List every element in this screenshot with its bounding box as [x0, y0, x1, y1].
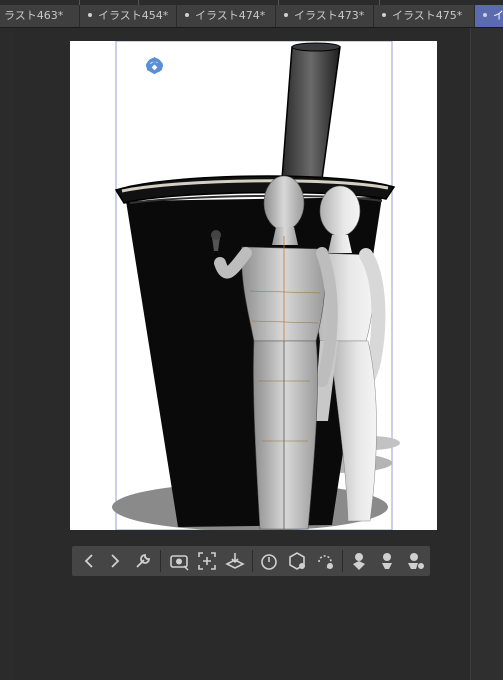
hand-pose-icon	[353, 553, 365, 570]
tab-active[interactable]: イ	[475, 5, 503, 27]
toolbar-divider	[252, 550, 253, 572]
tab-label: イラスト474*	[195, 9, 266, 22]
chevron-right-icon	[111, 554, 120, 568]
tab-label: ラスト463*	[4, 9, 64, 22]
camera-reset-button[interactable]	[168, 550, 190, 572]
toolbar-divider	[342, 550, 343, 572]
timer-button[interactable]	[258, 550, 280, 572]
prev-object-button[interactable]	[78, 550, 100, 572]
tab-modified-dot	[382, 13, 386, 17]
rotate-reset-icon	[318, 555, 333, 569]
pose-hand-button[interactable]	[348, 550, 370, 572]
camera-icon	[170, 555, 189, 571]
tab-illust-454[interactable]: イラスト454*	[80, 5, 177, 27]
object-launcher-toolbar	[72, 546, 430, 576]
ground-button[interactable]	[224, 550, 246, 572]
tab-modified-dot	[88, 13, 92, 17]
left-gutter	[0, 28, 14, 680]
timer-icon	[261, 554, 277, 570]
tab-illust-473[interactable]: イラスト473*	[276, 5, 374, 27]
straw	[281, 46, 341, 180]
document-tab-bar: ラスト463* イラスト454* イラスト474* イラスト473* イラスト4…	[0, 5, 503, 28]
ground-icon	[225, 553, 245, 569]
tab-modified-dot	[483, 13, 487, 17]
settings-button[interactable]	[132, 550, 154, 572]
object-list-button[interactable]	[286, 550, 308, 572]
next-object-button[interactable]	[104, 550, 126, 572]
fit-to-view-icon	[198, 552, 216, 570]
tab-label: イラスト475*	[392, 9, 463, 22]
tab-label: イラスト454*	[98, 9, 169, 22]
tab-label: イ	[493, 9, 503, 22]
pose-lock-button[interactable]	[404, 550, 426, 572]
rotate-reset-button[interactable]	[314, 550, 336, 572]
pose-lock-icon	[408, 553, 424, 569]
figure-pose-icon	[382, 553, 392, 569]
right-panel-edge[interactable]	[470, 28, 503, 680]
move-on-plane-icon[interactable]	[145, 56, 164, 75]
straw-top	[291, 42, 341, 52]
pose-figure-button[interactable]	[376, 550, 398, 572]
tab-label: イラスト473*	[294, 9, 365, 22]
tab-modified-dot	[185, 13, 189, 17]
chevron-left-icon	[84, 554, 93, 568]
tab-illust-475[interactable]: イラスト475*	[374, 5, 475, 27]
tab-illust-463[interactable]: ラスト463*	[0, 5, 80, 27]
cube-settings-icon	[289, 552, 305, 570]
tab-illust-474[interactable]: イラスト474*	[177, 5, 276, 27]
3d-scene[interactable]	[70, 41, 437, 530]
fit-view-button[interactable]	[196, 550, 218, 572]
drawing-canvas[interactable]	[70, 41, 437, 530]
wrench-icon	[136, 554, 150, 568]
toolbar-divider	[160, 550, 161, 572]
tab-modified-dot	[284, 13, 288, 17]
